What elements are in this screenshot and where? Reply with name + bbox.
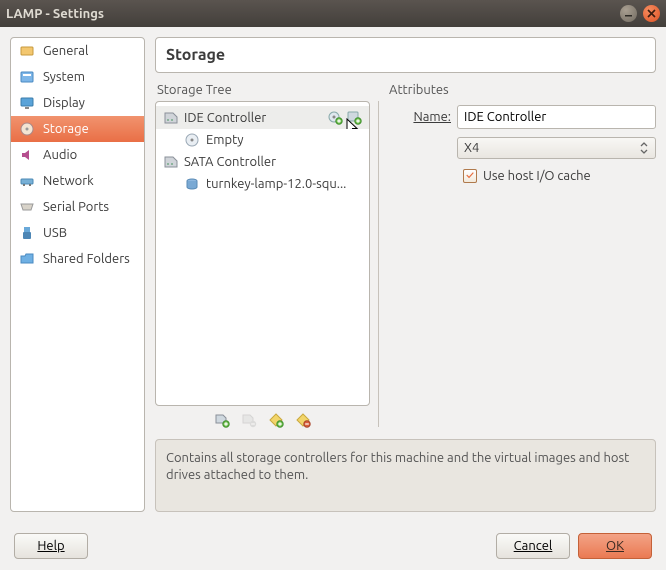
sidebar-item-label: Storage bbox=[43, 122, 89, 136]
controller-type-select[interactable]: X4 bbox=[457, 137, 656, 159]
sidebar-item-system[interactable]: System bbox=[11, 64, 144, 90]
usb-icon bbox=[19, 225, 35, 241]
add-hard-disk-button[interactable] bbox=[346, 109, 363, 126]
shared-folders-icon bbox=[19, 251, 35, 267]
name-label: Name: bbox=[387, 110, 451, 124]
controller-icon bbox=[162, 154, 178, 170]
serial-ports-icon bbox=[19, 199, 35, 215]
titlebar: LAMP - Settings bbox=[0, 0, 666, 27]
settings-sidebar: General System Display Storage Audio Net… bbox=[10, 37, 145, 512]
storage-icon bbox=[19, 121, 35, 137]
dialog-button-bar: Help Cancel OK bbox=[0, 522, 666, 570]
network-icon bbox=[19, 173, 35, 189]
spinner-icon bbox=[639, 142, 649, 154]
add-cd-dvd-button[interactable] bbox=[327, 109, 344, 126]
sidebar-item-network[interactable]: Network bbox=[11, 168, 144, 194]
tree-item-label: turnkey-lamp-12.0-squ... bbox=[206, 177, 346, 191]
help-button[interactable]: Help bbox=[14, 533, 88, 559]
general-icon bbox=[19, 43, 35, 59]
attributes-label: Attributes bbox=[387, 81, 656, 101]
sidebar-item-label: Shared Folders bbox=[43, 252, 130, 266]
sidebar-item-shared-folders[interactable]: Shared Folders bbox=[11, 246, 144, 272]
storage-tree-label: Storage Tree bbox=[155, 81, 370, 101]
controller-icon bbox=[162, 110, 178, 126]
tree-item-ide-controller[interactable]: IDE Controller Add CD/DVD Device bbox=[156, 106, 369, 129]
host-io-cache-checkbox[interactable]: ✓ bbox=[463, 169, 477, 183]
window-minimize-button[interactable] bbox=[620, 5, 637, 22]
storage-tree: IDE Controller Add CD/DVD Device bbox=[155, 101, 370, 406]
sidebar-item-label: Audio bbox=[43, 148, 77, 162]
window-title: LAMP - Settings bbox=[6, 7, 104, 21]
sidebar-item-label: General bbox=[43, 44, 88, 58]
sidebar-item-usb[interactable]: USB bbox=[11, 220, 144, 246]
sidebar-item-label: System bbox=[43, 70, 85, 84]
hard-disk-icon bbox=[184, 176, 200, 192]
tree-item-sata-controller[interactable]: SATA Controller bbox=[156, 151, 369, 173]
sidebar-item-display[interactable]: Display bbox=[11, 90, 144, 116]
tree-item-disk[interactable]: turnkey-lamp-12.0-squ... bbox=[156, 173, 369, 195]
host-io-cache-label: Use host I/O cache bbox=[483, 169, 591, 183]
hint-text: Contains all storage controllers for thi… bbox=[166, 451, 629, 483]
sidebar-item-label: Serial Ports bbox=[43, 200, 109, 214]
controller-name-input[interactable] bbox=[457, 105, 656, 129]
page-title: Storage bbox=[166, 46, 645, 64]
tree-item-empty-disc[interactable]: Empty bbox=[156, 129, 369, 151]
tree-item-label: IDE Controller bbox=[184, 111, 266, 125]
sidebar-item-label: Display bbox=[43, 96, 85, 110]
cancel-button[interactable]: Cancel bbox=[496, 533, 570, 559]
add-attachment-button[interactable] bbox=[268, 412, 285, 429]
disc-icon bbox=[184, 132, 200, 148]
add-controller-button[interactable] bbox=[214, 412, 231, 429]
system-icon bbox=[19, 69, 35, 85]
sidebar-item-audio[interactable]: Audio bbox=[11, 142, 144, 168]
sidebar-item-label: Network bbox=[43, 174, 94, 188]
remove-controller-button[interactable] bbox=[241, 412, 258, 429]
audio-icon bbox=[19, 147, 35, 163]
sidebar-item-storage[interactable]: Storage bbox=[11, 116, 144, 142]
ok-button[interactable]: OK bbox=[578, 533, 652, 559]
sidebar-item-serial-ports[interactable]: Serial Ports bbox=[11, 194, 144, 220]
panel-divider bbox=[378, 101, 379, 427]
sidebar-item-general[interactable]: General bbox=[11, 38, 144, 64]
tree-item-label: SATA Controller bbox=[184, 155, 276, 169]
storage-tree-toolbar bbox=[155, 406, 370, 431]
page-heading-box: Storage bbox=[155, 37, 656, 73]
window-close-button[interactable] bbox=[643, 5, 660, 22]
display-icon bbox=[19, 95, 35, 111]
tree-item-label: Empty bbox=[206, 133, 244, 147]
hint-box: Contains all storage controllers for thi… bbox=[155, 439, 656, 512]
type-value: X4 bbox=[464, 141, 479, 155]
remove-attachment-button[interactable] bbox=[295, 412, 312, 429]
sidebar-item-label: USB bbox=[43, 226, 67, 240]
